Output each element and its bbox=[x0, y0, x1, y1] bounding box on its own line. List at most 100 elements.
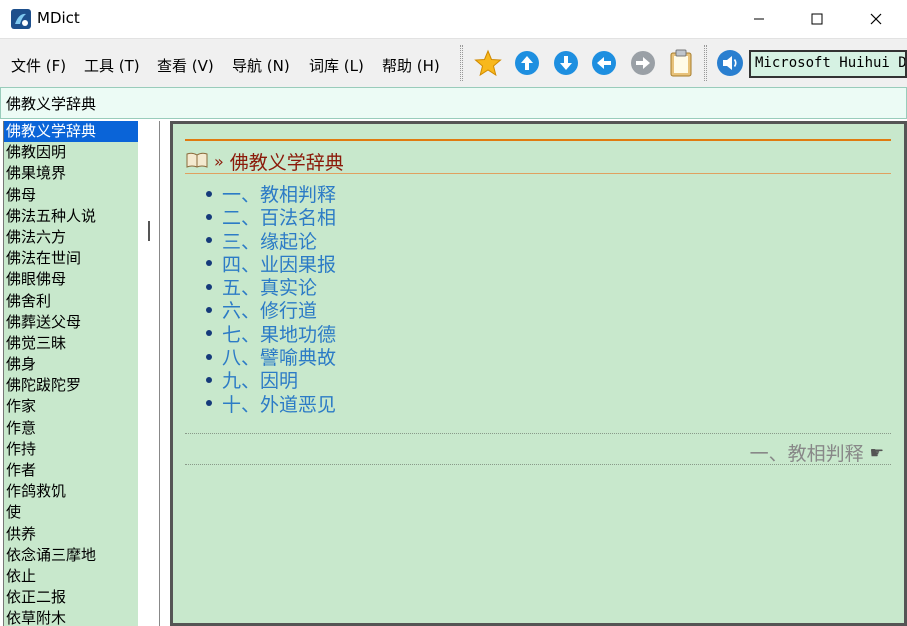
bullet-icon bbox=[206, 237, 212, 244]
toolbar-grip-2[interactable] bbox=[704, 45, 707, 81]
word-list-item[interactable]: 依止 bbox=[4, 566, 138, 587]
clipboard-button[interactable] bbox=[666, 48, 696, 78]
breadcrumb-separator: » bbox=[214, 152, 224, 171]
word-list-item[interactable]: 佛法六方 bbox=[4, 227, 138, 248]
toc-item[interactable]: 三、缘起论 bbox=[206, 231, 336, 254]
word-list-item[interactable]: 佛葬送父母 bbox=[4, 312, 138, 333]
star-icon bbox=[474, 49, 502, 77]
word-list-item[interactable]: 使 bbox=[4, 502, 138, 523]
toc-link[interactable]: 六、修行道 bbox=[222, 300, 317, 322]
word-list-item[interactable]: 作鸽救饥 bbox=[4, 481, 138, 502]
menu-help[interactable]: 帮助 (H) bbox=[382, 55, 440, 76]
toc-item[interactable]: 九、因明 bbox=[206, 370, 336, 393]
menu-toolbar-row: 文件 (F) 工具 (T) 查看 (V) 导航 (N) 词库 (L) 帮助 (H… bbox=[0, 38, 907, 87]
bullet-icon bbox=[206, 330, 212, 337]
arrow-up-icon bbox=[515, 51, 539, 75]
entry-content-pane: » 佛教义学辞典 一、教相判释 二、百法名相 三、缘起论 四、业因果报 五、真实论 六、修… bbox=[170, 121, 907, 626]
mdict-app-icon bbox=[11, 9, 31, 29]
word-list-item[interactable]: 依念诵三摩地 bbox=[4, 545, 138, 566]
speaker-icon bbox=[717, 50, 743, 76]
toc-item[interactable]: 七、果地功德 bbox=[206, 324, 336, 347]
toc-link[interactable]: 七、果地功德 bbox=[222, 324, 336, 346]
close-icon bbox=[870, 13, 882, 25]
forward-button[interactable] bbox=[628, 48, 658, 78]
previous-entry-button[interactable] bbox=[512, 48, 542, 78]
arrow-right-icon bbox=[631, 51, 655, 75]
next-section-label[interactable]: 一、教相判释 bbox=[750, 439, 864, 466]
search-input[interactable]: 佛教义学辞典 bbox=[6, 93, 96, 114]
next-section-link[interactable]: 一、教相判释 ☛ bbox=[750, 439, 884, 466]
toc-link[interactable]: 一、教相判释 bbox=[222, 184, 336, 206]
toc-link[interactable]: 九、因明 bbox=[222, 370, 298, 392]
arrow-down-icon bbox=[554, 51, 578, 75]
bullet-icon bbox=[206, 260, 212, 267]
toc-link[interactable]: 八、譬喻典故 bbox=[222, 347, 336, 369]
bullet-icon bbox=[206, 213, 212, 220]
bullet-icon bbox=[206, 306, 212, 313]
toc-item[interactable]: 十、外道恶见 bbox=[206, 394, 336, 417]
close-button[interactable] bbox=[847, 0, 905, 38]
word-list-item[interactable]: 作者 bbox=[4, 460, 138, 481]
toc-link[interactable]: 四、业因果报 bbox=[222, 254, 336, 276]
toc-item[interactable]: 五、真实论 bbox=[206, 277, 336, 300]
search-bar[interactable]: 佛教义学辞典 bbox=[0, 87, 907, 119]
back-button[interactable] bbox=[589, 48, 619, 78]
toc-link[interactable]: 五、真实论 bbox=[222, 277, 317, 299]
toc-item[interactable]: 二、百法名相 bbox=[206, 207, 336, 230]
next-entry-button[interactable] bbox=[551, 48, 581, 78]
word-list-item[interactable]: 佛果境界 bbox=[4, 163, 138, 184]
word-list-item[interactable]: 依正二报 bbox=[4, 587, 138, 608]
pointing-hand-icon: ☛ bbox=[869, 443, 884, 462]
toc-item[interactable]: 四、业因果报 bbox=[206, 254, 336, 277]
voice-select[interactable]: Microsoft Huihui Desktop bbox=[749, 50, 907, 78]
clipboard-icon bbox=[670, 49, 692, 77]
toc-item[interactable]: 六、修行道 bbox=[206, 300, 336, 323]
word-list-item[interactable]: 佛眼佛母 bbox=[4, 269, 138, 290]
toolbar-grip[interactable] bbox=[460, 45, 463, 81]
toc-link[interactable]: 三、缘起论 bbox=[222, 231, 317, 253]
bullet-icon bbox=[206, 353, 212, 360]
menu-view[interactable]: 查看 (V) bbox=[157, 55, 214, 76]
toc-item[interactable]: 八、譬喻典故 bbox=[206, 347, 336, 370]
word-list-scrollbar[interactable] bbox=[138, 121, 160, 626]
arrow-left-icon bbox=[592, 51, 616, 75]
word-list-item[interactable]: 佛法在世间 bbox=[4, 248, 138, 269]
word-list-item[interactable]: 供养 bbox=[4, 524, 138, 545]
menu-file[interactable]: 文件 (F) bbox=[11, 55, 66, 76]
speak-button[interactable] bbox=[715, 48, 745, 78]
word-list-item[interactable]: 佛母 bbox=[4, 185, 138, 206]
maximize-icon bbox=[811, 13, 823, 25]
entry-toc: 一、教相判释 二、百法名相 三、缘起论 四、业因果报 五、真实论 六、修行道 七、果地功德八… bbox=[206, 184, 336, 417]
bullet-icon bbox=[206, 283, 212, 290]
menu-library[interactable]: 词库 (L) bbox=[309, 55, 364, 76]
entry-title: 佛教义学辞典 bbox=[229, 152, 344, 174]
bullet-icon bbox=[206, 400, 212, 407]
heading-rule bbox=[185, 173, 891, 174]
toc-link[interactable]: 十、外道恶见 bbox=[222, 394, 336, 416]
word-list-item[interactable]: 作持 bbox=[4, 439, 138, 460]
divider-top bbox=[185, 433, 891, 434]
word-list[interactable]: 佛教义学辞典 佛教因明 佛果境界 佛母 佛法五种人说 佛法六方 佛法在世间 佛眼佛母 佛舍利 佛葬… bbox=[3, 121, 138, 626]
word-list-item[interactable]: 佛教因明 bbox=[4, 142, 138, 163]
scrollbar-thumb[interactable] bbox=[148, 221, 150, 241]
minimize-icon bbox=[754, 18, 764, 20]
toc-link[interactable]: 二、百法名相 bbox=[222, 207, 336, 229]
bullet-icon bbox=[206, 190, 212, 197]
maximize-button[interactable] bbox=[788, 0, 846, 38]
word-list-item[interactable]: 作意 bbox=[4, 418, 138, 439]
title-bar: MDict bbox=[0, 0, 907, 38]
word-list-item[interactable]: 佛觉三昧 bbox=[4, 333, 138, 354]
favorite-button[interactable] bbox=[473, 48, 503, 78]
menu-navigate[interactable]: 导航 (N) bbox=[232, 55, 290, 76]
word-list-item[interactable]: 佛陀跋陀罗 bbox=[4, 375, 138, 396]
word-list-item[interactable]: 佛教义学辞典 bbox=[4, 121, 138, 143]
bullet-icon bbox=[206, 376, 212, 383]
word-list-item[interactable]: 佛身 bbox=[4, 354, 138, 375]
word-list-item[interactable]: 依草附木 bbox=[4, 608, 138, 626]
word-list-item[interactable]: 佛舍利 bbox=[4, 291, 138, 312]
minimize-button[interactable] bbox=[730, 0, 788, 38]
menu-tools[interactable]: 工具 (T) bbox=[84, 55, 140, 76]
word-list-item[interactable]: 作家 bbox=[4, 396, 138, 417]
word-list-item[interactable]: 佛法五种人说 bbox=[4, 206, 138, 227]
toc-item[interactable]: 一、教相判释 bbox=[206, 184, 336, 207]
